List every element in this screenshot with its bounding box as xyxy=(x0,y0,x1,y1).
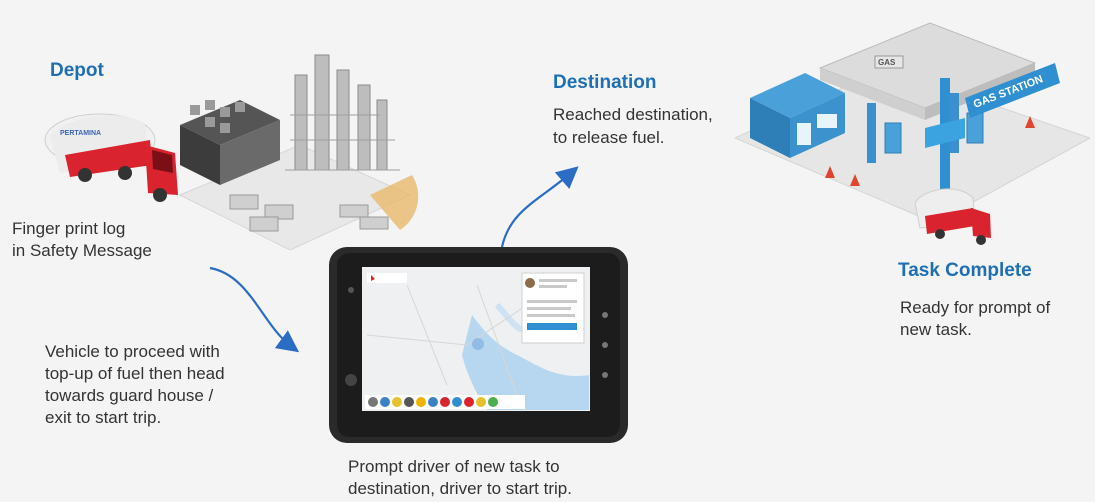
arrow-to-destination xyxy=(500,166,579,248)
task-complete-title: Task Complete xyxy=(898,260,1032,281)
tablet-device xyxy=(329,247,628,443)
task-complete-line2: new task. xyxy=(900,320,972,339)
destination-title: Destination xyxy=(553,72,657,93)
gas-station-illustration: GAS GAS STATION xyxy=(735,22,1090,245)
canopy-sign-text: GAS xyxy=(878,58,896,67)
destination-line2: to release fuel. xyxy=(553,128,665,147)
destination-line1: Reached destination, xyxy=(553,105,713,124)
task-complete-line1: Ready for prompt of xyxy=(900,298,1051,317)
tablet-caption-line2: destination, driver to start trip. xyxy=(348,479,572,498)
arrow-to-tablet xyxy=(209,266,300,353)
tablet-caption-line1: Prompt driver of new task to xyxy=(348,457,560,476)
